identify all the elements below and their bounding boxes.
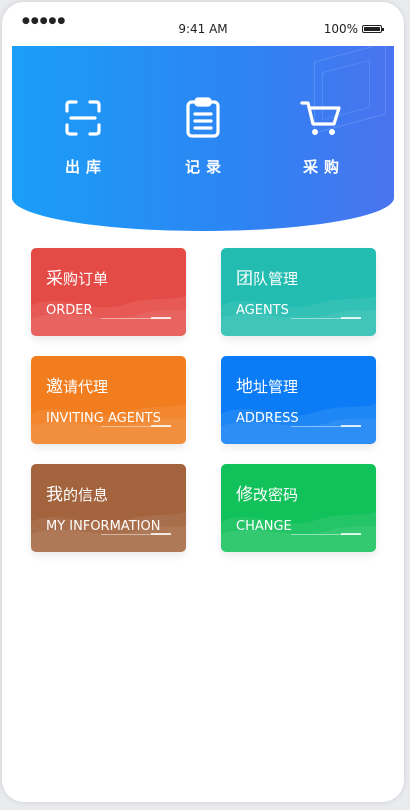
card-change-password[interactable]: 修改密码 CHANGE [221,464,376,552]
card-underline-accent [151,425,171,427]
card-agents[interactable]: 团队管理 AGENTS [221,248,376,336]
card-address[interactable]: 地址管理 ADDRESS [221,356,376,444]
purchase-button[interactable]: 采购 [276,96,366,177]
records-label: 记录 [184,158,227,176]
card-inviting-agents[interactable]: 邀请代理 INVITING AGENTS [31,356,186,444]
clipboard-icon [186,97,220,138]
battery-percent: 100% [323,22,358,36]
card-subtitle: INVITING AGENTS [46,411,161,426]
card-subtitle: ORDER [46,303,93,318]
card-title: 修改密码 [236,485,299,505]
stock-out-label: 出库 [64,158,107,176]
card-subtitle: ADDRESS [236,411,299,426]
phone-frame: ●●●●● 9:41 AM 100% 出库 记录 采购 采购订单 ORDER 团… [2,2,404,802]
card-underline-accent [151,317,171,319]
records-button[interactable]: 记录 [158,96,248,177]
card-title: 地址管理 [236,377,299,397]
card-subtitle: MY INFORMATION [46,519,161,534]
card-subtitle: CHANGE [236,519,292,534]
card-underline-accent [341,317,361,319]
purchase-label: 采购 [302,158,345,176]
card-subtitle: AGENTS [236,303,289,318]
card-title: 采购订单 [46,269,109,289]
card-title: 邀请代理 [46,377,109,397]
battery-status: 100% [323,22,384,36]
card-my-information[interactable]: 我的信息 MY INFORMATION [31,464,186,552]
card-underline-accent [341,425,361,427]
card-underline-accent [151,533,171,535]
header-banner: 出库 记录 采购 [12,46,394,231]
cart-icon [300,101,341,135]
status-bar: ●●●●● 9:41 AM 100% [2,2,404,46]
card-order[interactable]: 采购订单 ORDER [31,248,186,336]
battery-icon [362,25,384,33]
card-underline-accent [341,533,361,535]
scan-icon [65,100,101,136]
card-title: 团队管理 [236,269,299,289]
card-title: 我的信息 [46,485,109,505]
stock-out-button[interactable]: 出库 [38,96,128,177]
